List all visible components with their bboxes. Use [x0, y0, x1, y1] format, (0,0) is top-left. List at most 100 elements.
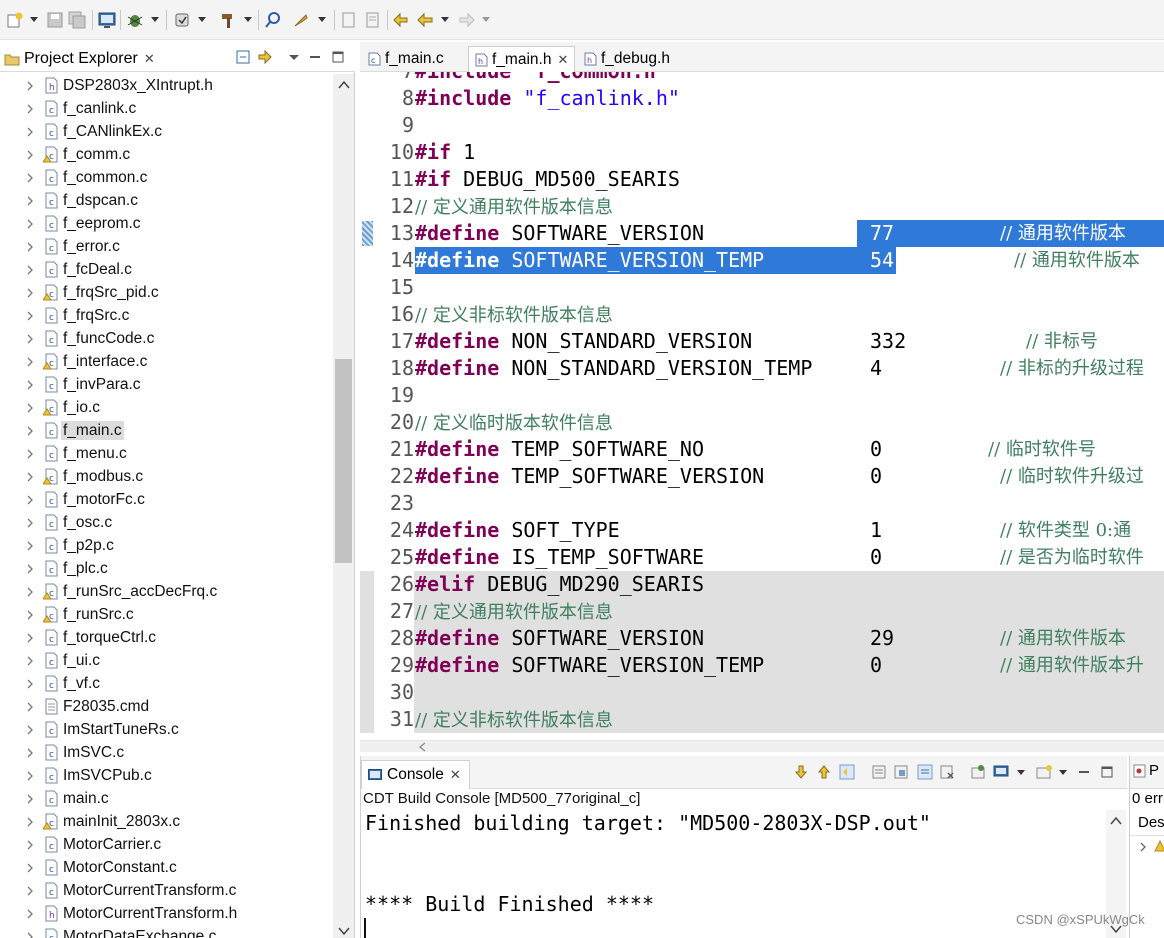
tree-item[interactable]: c f_CANlinkEx.c — [0, 120, 332, 143]
minimize-icon[interactable] — [307, 49, 323, 65]
console-output[interactable]: Finished building target: "MD500-2803X-D… — [361, 810, 1106, 938]
tree-item[interactable]: c f_menu.c — [0, 442, 332, 465]
code-line[interactable]: 27// 定义通用软件版本信息 — [360, 598, 1164, 625]
prev-annotation-icon[interactable] — [364, 11, 382, 29]
explorer-scrollbar[interactable] — [333, 74, 354, 938]
chevron-right-icon[interactable] — [25, 793, 35, 805]
tree-item[interactable]: c f_osc.c — [0, 511, 332, 534]
external-tools-dropdown-icon[interactable] — [198, 17, 206, 22]
code-line[interactable]: 28 #define SOFTWARE_VERSION 29 // 通用软件版本 — [360, 625, 1164, 652]
chevron-right-icon[interactable] — [25, 379, 35, 391]
clear-console-icon[interactable] — [871, 764, 887, 780]
save-icon[interactable] — [46, 11, 64, 29]
code-line[interactable]: 20// 定义临时版本软件信息 — [360, 409, 1164, 436]
column-header-description[interactable]: Des — [1130, 810, 1164, 836]
tree-item[interactable]: c f_fcDeal.c — [0, 258, 332, 281]
chevron-right-icon[interactable] — [25, 885, 35, 897]
tree-item[interactable]: c f_plc.c — [0, 557, 332, 580]
remove-launch-icon[interactable] — [939, 764, 955, 780]
chevron-right-icon[interactable] — [25, 540, 35, 552]
new-icon[interactable] — [6, 11, 24, 29]
code-line[interactable]: 16// 定义非标软件版本信息 — [360, 301, 1164, 328]
code-area[interactable]: 7#include "f_common.h"8#include "f_canli… — [360, 72, 1164, 740]
link-with-editor-icon[interactable] — [257, 49, 273, 65]
scroll-up-arrow-icon[interactable] — [816, 764, 832, 780]
tree-item[interactable]: c f_frqSrc_pid.c — [0, 281, 332, 304]
chevron-right-icon[interactable] — [25, 724, 35, 736]
save-all-icon[interactable] — [68, 11, 86, 29]
chevron-right-icon[interactable] — [25, 287, 35, 299]
tree-item[interactable]: h DSP2803x_XIntrupt.h — [0, 74, 332, 97]
maximize-icon[interactable] — [1099, 764, 1115, 780]
back-icon[interactable] — [416, 11, 434, 29]
chevron-right-icon[interactable] — [25, 678, 35, 690]
display-console-dropdown-icon[interactable] — [1017, 770, 1025, 775]
code-line[interactable]: 12// 定义通用软件版本信息 — [360, 193, 1164, 220]
chevron-right-icon[interactable] — [25, 448, 35, 460]
code-line[interactable]: 26 #elif DEBUG_MD290_SEARIS — [360, 571, 1164, 598]
scrollbar-thumb[interactable] — [335, 359, 352, 563]
tree-item[interactable]: c f_io.c — [0, 396, 332, 419]
open-console-icon[interactable] — [1036, 764, 1052, 780]
chevron-right-icon[interactable] — [25, 241, 35, 253]
chevron-right-icon[interactable] — [25, 931, 35, 938]
chevron-right-icon[interactable] — [25, 333, 35, 345]
chevron-right-icon[interactable] — [25, 494, 35, 506]
collapse-all-icon[interactable] — [235, 49, 251, 65]
tree-item[interactable]: c main.c — [0, 787, 332, 810]
scroll-lock-icon[interactable] — [839, 764, 855, 780]
external-tools-icon[interactable] — [173, 11, 191, 29]
chevron-right-icon[interactable] — [25, 563, 35, 575]
chevron-right-icon[interactable] — [25, 701, 35, 713]
tree-item[interactable]: c f_ui.c — [0, 649, 332, 672]
code-line[interactable]: 19 — [360, 382, 1164, 409]
forward-dropdown-icon[interactable] — [482, 17, 490, 22]
scroll-down-icon[interactable] — [338, 926, 350, 936]
code-line[interactable]: 29 #define SOFTWARE_VERSION_TEMP 0 // 通用软件版… — [360, 652, 1164, 679]
tree-item[interactable]: c f_error.c — [0, 235, 332, 258]
tree-item[interactable]: c f_common.c — [0, 166, 332, 189]
chevron-right-icon[interactable] — [25, 517, 35, 529]
tree-item[interactable]: c f_eeprom.c — [0, 212, 332, 235]
tree-item[interactable]: c f_frqSrc.c — [0, 304, 332, 327]
tree-item[interactable]: c MotorConstant.c — [0, 856, 332, 879]
tree-item[interactable]: c f_funcCode.c — [0, 327, 332, 350]
tree-item[interactable]: c f_torqueCtrl.c — [0, 626, 332, 649]
chevron-right-icon[interactable] — [25, 747, 35, 759]
editor-horizontal-scrollbar[interactable] — [360, 740, 1164, 752]
tree-item[interactable]: c ImStartTuneRs.c — [0, 718, 332, 741]
forward-icon[interactable] — [458, 11, 476, 29]
tree-item[interactable]: c f_main.c — [0, 419, 332, 442]
code-line[interactable]: 23 — [360, 490, 1164, 517]
chevron-right-icon[interactable] — [1139, 842, 1147, 852]
chevron-right-icon[interactable] — [25, 195, 35, 207]
tree-item[interactable]: c f_vf.c — [0, 672, 332, 695]
last-edit-icon[interactable] — [391, 11, 409, 29]
minimize-icon[interactable] — [1076, 764, 1092, 780]
code-line[interactable]: 14 #define SOFTWARE_VERSION_TEMP 54 // 通用软件… — [360, 247, 1164, 274]
chevron-right-icon[interactable] — [25, 402, 35, 414]
code-line[interactable]: 11 #if DEBUG_MD500_SEARIS — [360, 166, 1164, 193]
display-console-icon[interactable] — [993, 764, 1009, 780]
tab-problems[interactable]: P — [1133, 762, 1159, 779]
chevron-right-icon[interactable] — [25, 80, 35, 92]
chevron-right-icon[interactable] — [25, 908, 35, 920]
debug-dropdown-icon[interactable] — [151, 17, 159, 22]
show-console-icon[interactable] — [893, 764, 909, 780]
close-icon[interactable]: ✕ — [450, 767, 461, 783]
chevron-right-icon[interactable] — [25, 310, 35, 322]
chevron-right-icon[interactable] — [25, 425, 35, 437]
tree-item[interactable]: c f_modbus.c — [0, 465, 332, 488]
view-menu-icon[interactable] — [286, 49, 302, 65]
scroll-left-icon[interactable] — [418, 742, 428, 752]
chevron-right-icon[interactable] — [25, 149, 35, 161]
chevron-right-icon[interactable] — [25, 172, 35, 184]
code-line[interactable]: 18 #define NON_STANDARD_VERSION_TEMP 4 // 非… — [360, 355, 1164, 382]
tree-item[interactable]: c mainInit_2803x.c — [0, 810, 332, 833]
tree-item[interactable]: c f_runSrc.c — [0, 603, 332, 626]
search-icon[interactable] — [264, 11, 282, 29]
chevron-right-icon[interactable] — [25, 126, 35, 138]
maximize-icon[interactable] — [330, 49, 346, 65]
tree-item[interactable]: c ImSVC.c — [0, 741, 332, 764]
chevron-right-icon[interactable] — [25, 103, 35, 115]
